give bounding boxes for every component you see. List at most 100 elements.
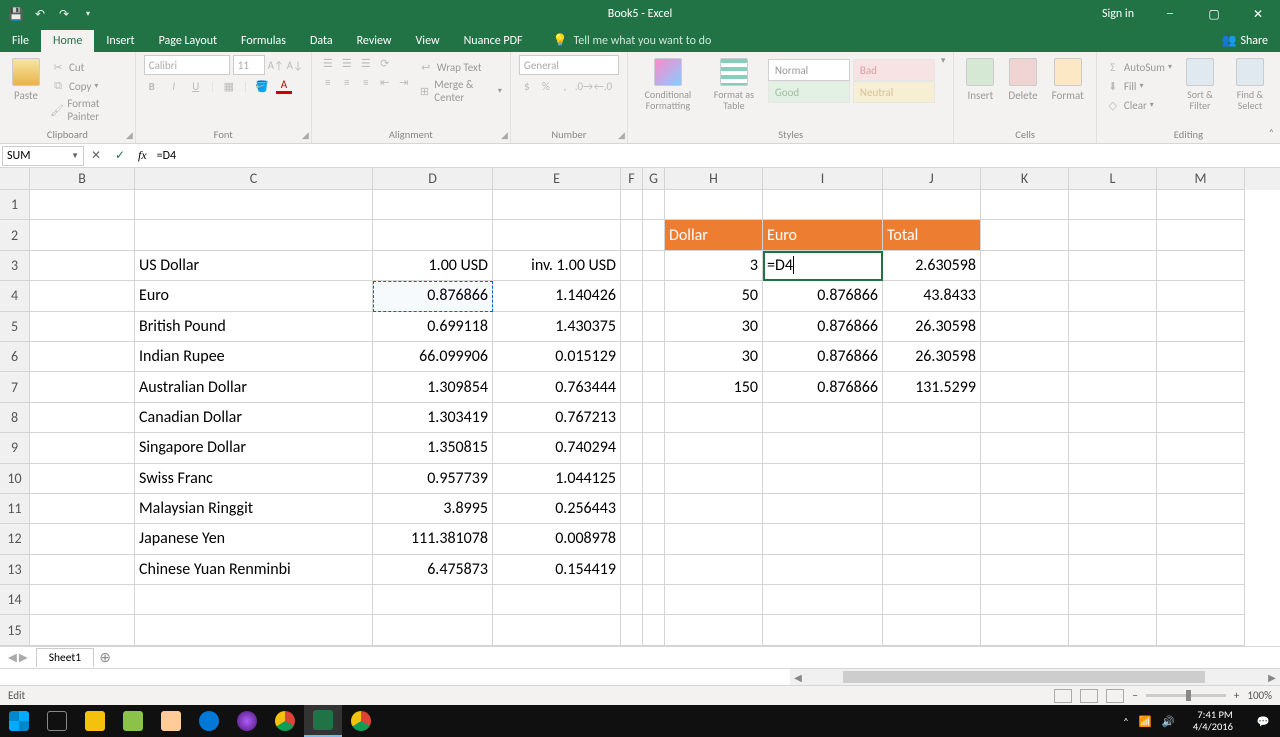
cell[interactable] — [763, 190, 883, 220]
cell[interactable] — [763, 524, 883, 554]
cell[interactable]: 26.30598 — [883, 342, 981, 372]
cell[interactable] — [30, 585, 135, 615]
start-button[interactable] — [0, 705, 38, 737]
taskbar-app[interactable] — [152, 705, 190, 737]
cell[interactable]: Swiss Franc — [135, 464, 373, 494]
share-button[interactable]: 👥 Share — [1209, 29, 1280, 52]
cell[interactable]: 0.740294 — [493, 433, 621, 463]
autosum-button[interactable]: ΣAutoSum▾ — [1105, 59, 1172, 75]
cell[interactable]: 0.767213 — [493, 403, 621, 433]
taskbar-chrome-2[interactable] — [342, 705, 380, 737]
cell[interactable]: 0.876866 — [763, 281, 883, 311]
cell[interactable] — [1069, 342, 1157, 372]
cell[interactable] — [1069, 615, 1157, 645]
cell[interactable] — [981, 615, 1069, 645]
align-right-icon[interactable]: ≡ — [358, 74, 374, 90]
cell[interactable]: Canadian Dollar — [135, 403, 373, 433]
close-button[interactable]: ✕ — [1236, 0, 1280, 28]
row-header[interactable]: 3 — [0, 251, 29, 281]
dialog-launcher-icon[interactable]: ◢ — [126, 130, 133, 141]
indent-decrease-icon[interactable]: ⇤ — [377, 74, 393, 90]
cell[interactable]: 0.256443 — [493, 494, 621, 524]
cell[interactable]: 30 — [665, 312, 763, 342]
row-header[interactable]: 5 — [0, 312, 29, 342]
cell[interactable] — [1069, 464, 1157, 494]
cell[interactable] — [1069, 555, 1157, 585]
cell[interactable] — [493, 615, 621, 645]
cell[interactable] — [981, 372, 1069, 402]
cell[interactable] — [621, 403, 643, 433]
cell[interactable]: 0.154419 — [493, 555, 621, 585]
enter-formula-button[interactable]: ✓ — [108, 148, 132, 163]
cell[interactable] — [30, 342, 135, 372]
cell[interactable] — [1069, 190, 1157, 220]
cell[interactable]: Dollar — [665, 220, 763, 250]
align-middle-icon[interactable]: ☰ — [339, 55, 355, 71]
select-all-corner[interactable] — [0, 168, 29, 190]
col-header[interactable]: D — [373, 168, 493, 190]
cell[interactable] — [621, 433, 643, 463]
fill-color-icon[interactable]: 🪣 — [254, 78, 270, 94]
cell[interactable] — [665, 615, 763, 645]
minimize-button[interactable]: ─ — [1148, 0, 1192, 28]
cell[interactable] — [621, 312, 643, 342]
cell[interactable] — [493, 220, 621, 250]
zoom-level[interactable]: 100% — [1247, 689, 1272, 702]
cell[interactable] — [621, 220, 643, 250]
tell-me[interactable]: 💡 Tell me what you want to do — [545, 29, 720, 52]
col-header[interactable]: E — [493, 168, 621, 190]
cell[interactable] — [643, 615, 665, 645]
cell[interactable] — [643, 312, 665, 342]
cell[interactable] — [30, 464, 135, 494]
fill-button[interactable]: ⬇Fill▾ — [1105, 78, 1172, 94]
cell[interactable] — [643, 464, 665, 494]
cell[interactable] — [30, 372, 135, 402]
cell[interactable] — [30, 615, 135, 645]
notifications-icon[interactable]: 💬 — [1251, 715, 1276, 728]
cell[interactable] — [1157, 372, 1245, 402]
bold-button[interactable]: B — [144, 78, 160, 94]
dialog-launcher-icon[interactable]: ◢ — [618, 130, 625, 141]
cell[interactable] — [1157, 585, 1245, 615]
taskbar-app[interactable] — [114, 705, 152, 737]
cell[interactable] — [981, 281, 1069, 311]
row-header[interactable]: 1 — [0, 190, 29, 220]
styles-more-icon[interactable]: ▾ — [941, 55, 946, 66]
dialog-launcher-icon[interactable]: ◢ — [302, 130, 309, 141]
cell[interactable] — [665, 190, 763, 220]
cell[interactable] — [1069, 312, 1157, 342]
cell[interactable] — [981, 403, 1069, 433]
cancel-formula-button[interactable]: ✕ — [84, 148, 108, 163]
redo-icon[interactable]: ↷ — [54, 4, 74, 24]
cell[interactable] — [643, 372, 665, 402]
percent-icon[interactable]: % — [538, 78, 554, 94]
cell[interactable] — [763, 585, 883, 615]
volume-icon[interactable]: 🔊 — [1162, 715, 1175, 728]
cell[interactable] — [981, 342, 1069, 372]
indent-increase-icon[interactable]: ⇥ — [396, 74, 412, 90]
cell[interactable] — [621, 190, 643, 220]
cell[interactable] — [981, 312, 1069, 342]
cell[interactable] — [1157, 524, 1245, 554]
cell[interactable] — [981, 494, 1069, 524]
cell[interactable] — [1069, 494, 1157, 524]
cell[interactable] — [643, 190, 665, 220]
cell[interactable]: 26.30598 — [883, 312, 981, 342]
cell[interactable] — [621, 524, 643, 554]
decrease-font-icon[interactable]: A↓ — [287, 57, 303, 73]
cell[interactable] — [883, 494, 981, 524]
cell[interactable] — [30, 281, 135, 311]
taskbar-clock[interactable]: 7:41 PM 4/4/2016 — [1185, 709, 1241, 732]
conditional-formatting-button[interactable]: Conditional Formatting — [636, 55, 700, 114]
cell[interactable]: 1.044125 — [493, 464, 621, 494]
col-header[interactable]: J — [883, 168, 981, 190]
col-header[interactable]: M — [1157, 168, 1245, 190]
cell[interactable] — [883, 190, 981, 220]
cell[interactable] — [1069, 585, 1157, 615]
cell[interactable] — [373, 615, 493, 645]
cell[interactable] — [763, 464, 883, 494]
cell[interactable] — [1157, 555, 1245, 585]
cell[interactable]: 50 — [665, 281, 763, 311]
row-header[interactable]: 2 — [0, 220, 29, 250]
underline-button[interactable]: U — [188, 78, 204, 94]
